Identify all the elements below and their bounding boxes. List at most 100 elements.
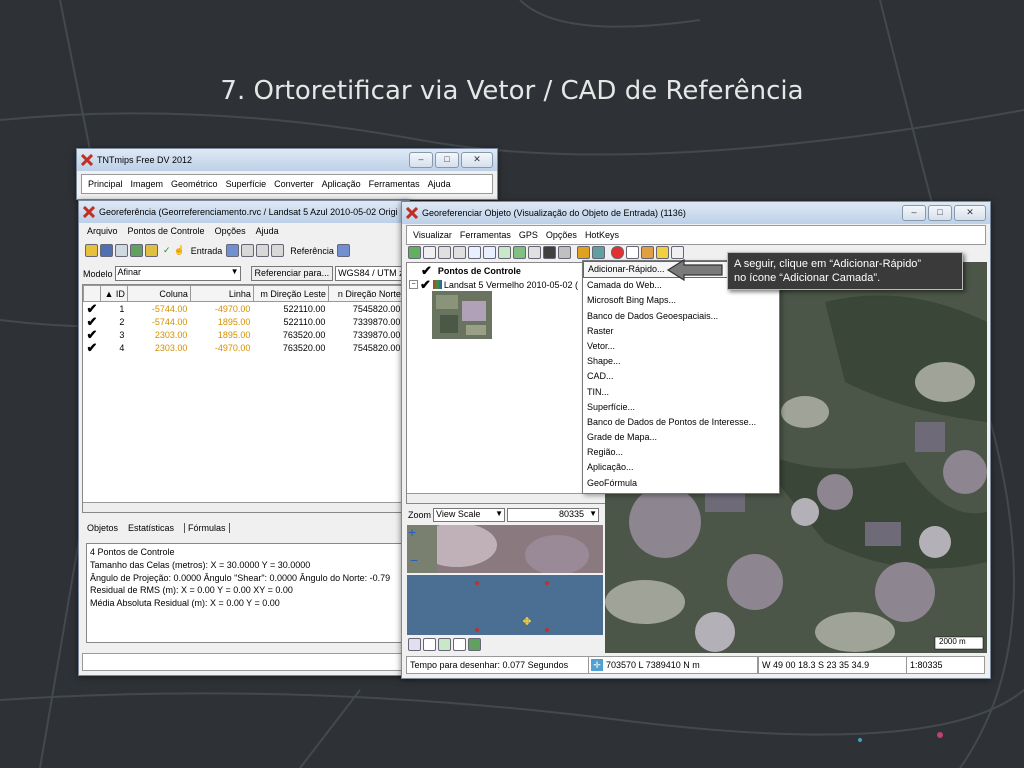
menu-principal[interactable]: Principal bbox=[88, 179, 123, 189]
georef-titlebar[interactable]: Georeferência (Georreferenciamento.rvc /… bbox=[79, 201, 409, 223]
row-checkbox[interactable]: ✔ bbox=[84, 341, 101, 354]
layer-visibility-checkbox[interactable]: ✔ bbox=[420, 278, 431, 291]
table-scrollbar[interactable] bbox=[83, 502, 409, 512]
menu-superficie[interactable]: Superfície bbox=[226, 179, 267, 189]
menu-imagem[interactable]: Imagem bbox=[131, 179, 164, 189]
layer-visibility-checkbox[interactable]: ✔ bbox=[421, 264, 432, 277]
menu-item-shape[interactable]: Shape... bbox=[583, 354, 779, 369]
col-id[interactable]: ▲ ID bbox=[99, 285, 128, 302]
close-button[interactable]: ✕ bbox=[461, 152, 493, 168]
zoom-minus-icon[interactable]: − bbox=[410, 553, 418, 567]
minimize-button[interactable]: – bbox=[902, 205, 926, 221]
layer-manager-icon[interactable] bbox=[558, 246, 571, 259]
col-leste[interactable]: m Direção Leste bbox=[252, 285, 329, 302]
search-icon[interactable] bbox=[453, 638, 466, 651]
zoom-in-icon[interactable] bbox=[423, 638, 436, 651]
col-norte[interactable]: n Direção Norte bbox=[327, 285, 404, 302]
stop-icon[interactable] bbox=[611, 246, 624, 259]
zoom-mode-select[interactable]: View Scale ▼ bbox=[433, 508, 506, 522]
menu-ferramentas[interactable]: Ferramentas bbox=[460, 230, 511, 240]
entrada-tool-icon-2[interactable] bbox=[256, 244, 270, 257]
zoom-out-icon[interactable] bbox=[483, 246, 496, 259]
add-layer-icon[interactable] bbox=[577, 246, 590, 259]
col-linha[interactable]: Linha bbox=[189, 285, 254, 302]
tntmips-titlebar[interactable]: TNTmips Free DV 2012 – □ ✕ bbox=[77, 149, 497, 171]
close-button[interactable]: ✕ bbox=[954, 205, 986, 221]
collapse-icon[interactable]: − bbox=[409, 280, 418, 289]
modelo-select[interactable]: Afinar ▼ bbox=[114, 266, 241, 281]
table-row[interactable]: ✔ 1 -5744.00 -4970.00 522110.00 7545820.… bbox=[84, 302, 404, 316]
hand-icon[interactable]: ☝ bbox=[174, 245, 185, 256]
entrada-tool-icon-1[interactable] bbox=[241, 244, 255, 257]
menu-item-aplicacao[interactable]: Aplicação... bbox=[583, 460, 779, 475]
menu-hotkeys[interactable]: HotKeys bbox=[585, 230, 619, 240]
entrada-tool-icon-3[interactable] bbox=[271, 244, 285, 257]
menu-item-vetor[interactable]: Vetor... bbox=[583, 339, 779, 354]
menu-item-pontos-de-interesse[interactable]: Banco de Dados de Pontos de Interesse... bbox=[583, 415, 779, 430]
tab-objetos[interactable]: Objetos bbox=[87, 523, 118, 533]
referenciar-button[interactable]: Referenciar para... bbox=[250, 266, 334, 281]
menu-item-geoformula[interactable]: GeoFórmula bbox=[583, 476, 779, 491]
gps-icon[interactable] bbox=[528, 246, 541, 259]
zoom-value-field[interactable]: 80335 ▼ bbox=[507, 508, 600, 522]
tab-estatisticas[interactable]: Estatísticas bbox=[128, 523, 174, 533]
menu-item-superficie[interactable]: Superfície... bbox=[583, 400, 779, 415]
open-folder-icon[interactable] bbox=[85, 244, 98, 257]
table-row[interactable]: ✔ 2 -5744.00 1895.00 522110.00 7339870.0… bbox=[84, 315, 404, 328]
check-icon[interactable]: ✓ bbox=[163, 245, 171, 256]
zoom-box-icon[interactable] bbox=[438, 638, 451, 651]
menu-item-banco-geoespacial[interactable]: Banco de Dados Geoespaciais... bbox=[583, 309, 779, 324]
crs-field[interactable]: WGS84 / UTM zo bbox=[335, 266, 409, 281]
table-view-icon[interactable] bbox=[592, 246, 605, 259]
legend-icon[interactable] bbox=[408, 638, 421, 651]
list-icon[interactable] bbox=[115, 244, 128, 257]
save-icon[interactable] bbox=[100, 244, 113, 257]
menu-pontos-de-controle[interactable]: Pontos de Controle bbox=[128, 226, 205, 236]
zoom-in-icon[interactable] bbox=[468, 246, 481, 259]
overview-map[interactable] bbox=[407, 525, 603, 573]
menu-item-regiao[interactable]: Região... bbox=[583, 445, 779, 460]
table-row[interactable]: ✔ 3 2303.00 1895.00 763520.00 7339870.00 bbox=[84, 328, 404, 341]
zoom-plus-icon[interactable]: + bbox=[408, 525, 416, 539]
col-coluna[interactable]: Coluna bbox=[126, 285, 191, 302]
search-icon[interactable] bbox=[626, 246, 639, 259]
pencil-icon[interactable] bbox=[641, 246, 654, 259]
referencia-layer-icon[interactable] bbox=[336, 244, 350, 257]
maximize-button[interactable]: □ bbox=[928, 205, 952, 221]
menu-item-tin[interactable]: TIN... bbox=[583, 385, 779, 400]
maximize-button[interactable]: □ bbox=[435, 152, 459, 168]
entrada-layer-icon[interactable] bbox=[226, 244, 240, 257]
zoom-box-icon[interactable] bbox=[498, 246, 511, 259]
viewer-titlebar[interactable]: Georeferenciar Objeto (Visualização do O… bbox=[402, 202, 990, 224]
measure-icon[interactable] bbox=[453, 246, 466, 259]
row-checkbox[interactable]: ✔ bbox=[84, 302, 101, 316]
menu-item-grade-de-mapa[interactable]: Grade de Mapa... bbox=[583, 430, 779, 445]
menu-geometrico[interactable]: Geométrico bbox=[171, 179, 218, 189]
minimize-button[interactable]: – bbox=[409, 152, 433, 168]
layer-list-scrollbar[interactable] bbox=[407, 493, 606, 503]
menu-item-cad[interactable]: CAD... bbox=[583, 369, 779, 384]
table-icon[interactable] bbox=[130, 244, 143, 257]
window-tool-icon[interactable] bbox=[423, 246, 436, 259]
menu-item-raster[interactable]: Raster bbox=[583, 324, 779, 339]
layer-raster-row[interactable]: − ✔ Landsat 5 Vermelho 2010-05-02 ( bbox=[409, 278, 578, 291]
menu-ajuda[interactable]: Ajuda bbox=[428, 179, 451, 189]
locator-map[interactable] bbox=[407, 575, 603, 635]
pan-icon[interactable] bbox=[438, 246, 451, 259]
select-tool-icon[interactable] bbox=[408, 246, 421, 259]
menu-converter[interactable]: Converter bbox=[274, 179, 314, 189]
menu-arquivo[interactable]: Arquivo bbox=[87, 226, 118, 236]
menu-item-bing-maps[interactable]: Microsoft Bing Maps... bbox=[583, 293, 779, 308]
menu-ajuda[interactable]: Ajuda bbox=[256, 226, 279, 236]
layer-group-row[interactable]: ✔ Pontos de Controle bbox=[421, 264, 521, 277]
crosshair-icon[interactable]: ✛ bbox=[591, 659, 603, 671]
menu-opcoes[interactable]: Opções bbox=[546, 230, 577, 240]
menu-visualizar[interactable]: Visualizar bbox=[413, 230, 452, 240]
menu-aplicacao[interactable]: Aplicação bbox=[322, 179, 361, 189]
menu-ferramentas[interactable]: Ferramentas bbox=[369, 179, 420, 189]
table-row[interactable]: ✔ 4 2303.00 -4970.00 763520.00 7545820.0… bbox=[84, 341, 404, 354]
full-view-icon[interactable] bbox=[513, 246, 526, 259]
menu-opcoes[interactable]: Opções bbox=[215, 226, 246, 236]
tab-formulas[interactable]: Fórmulas bbox=[184, 523, 230, 533]
binoculars-icon[interactable] bbox=[543, 246, 556, 259]
